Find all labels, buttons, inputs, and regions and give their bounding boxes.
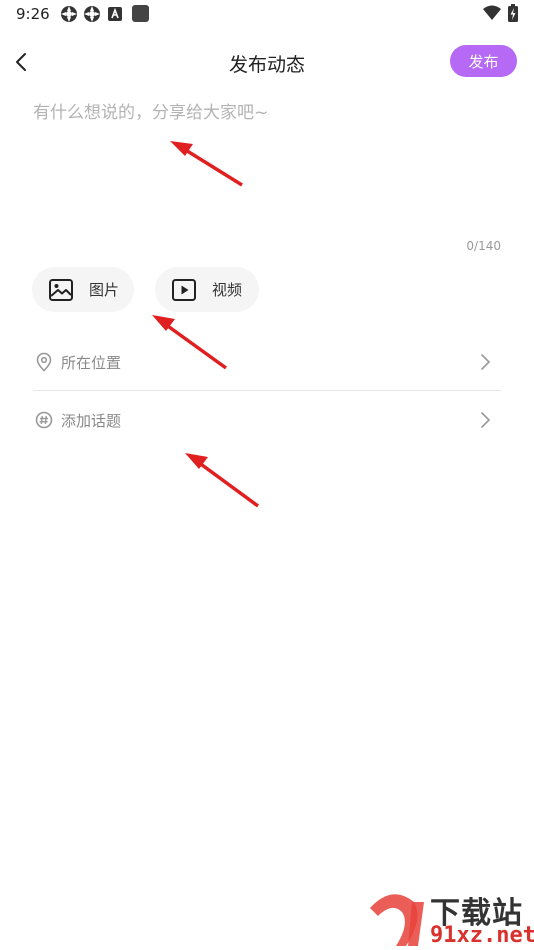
sync-icon [61,6,77,22]
location-label: 所在位置 [61,354,122,372]
publish-button[interactable]: 发布 [450,45,517,77]
topic-row[interactable]: 添加话题 [33,395,501,445]
watermark-domain: 91xz.net [430,923,534,948]
a-badge-icon [108,7,122,21]
video-icon [172,278,196,301]
add-image-label: 图片 [89,281,120,299]
header: 发布动态 发布 [0,40,534,84]
status-time: 9:26 [16,5,50,23]
post-content-input[interactable] [33,98,503,228]
location-pin-icon [36,352,52,372]
status-bar: 9:26 [0,0,534,28]
chevron-right-icon [481,354,491,370]
sync-icon [84,6,100,22]
char-counter: 0/140 [466,239,501,253]
square-icon [132,5,149,22]
hashtag-icon [35,411,53,429]
add-video-label: 视频 [212,281,243,299]
arrow-icon [185,453,260,508]
divider [33,390,501,391]
topic-label: 添加话题 [61,412,122,430]
add-image-button[interactable]: 图片 [32,267,134,312]
wifi-icon [483,5,501,20]
image-icon [49,278,73,301]
battery-charging-icon [508,4,518,22]
chevron-right-icon [481,412,491,428]
location-row[interactable]: 所在位置 [33,337,501,387]
add-video-button[interactable]: 视频 [155,267,259,312]
